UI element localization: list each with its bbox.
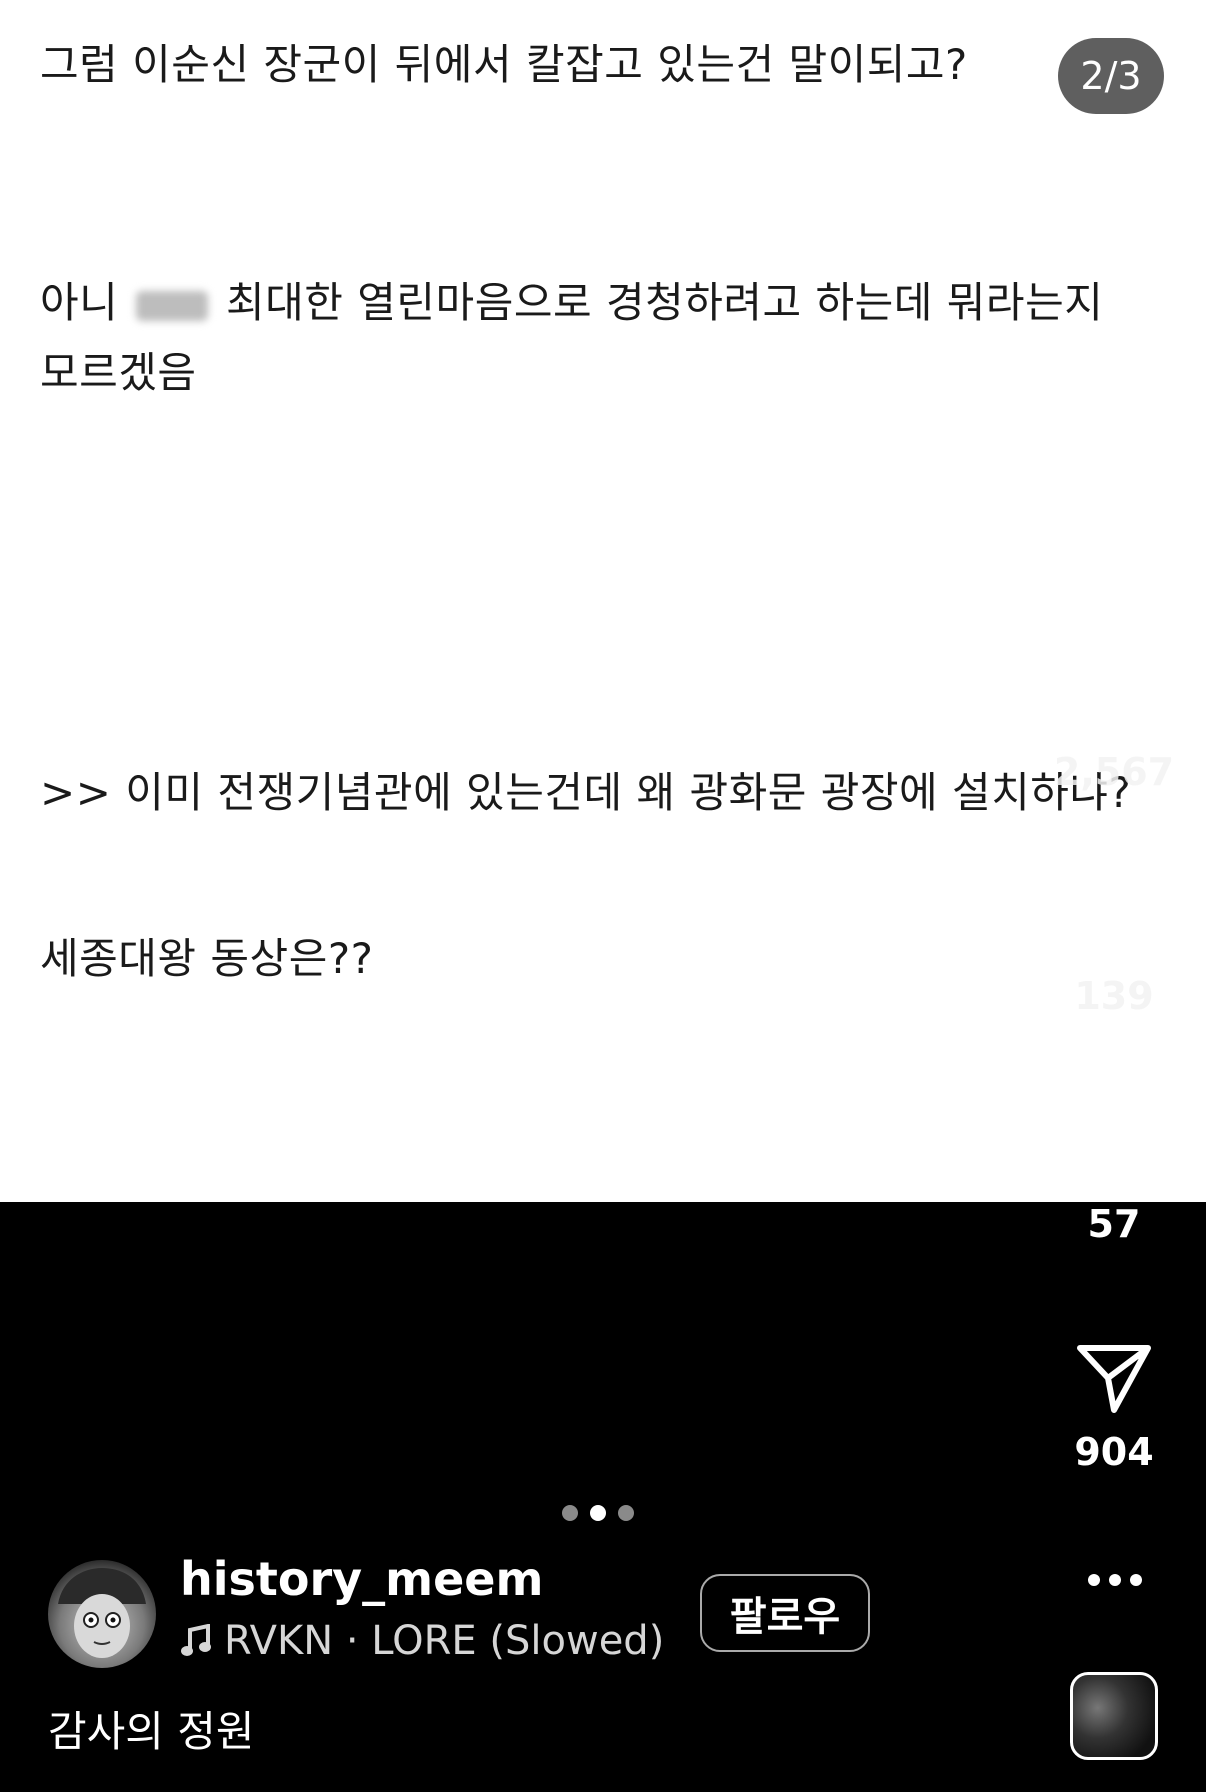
avatar[interactable] xyxy=(48,1560,156,1668)
music-note-icon xyxy=(181,1624,211,1656)
post-text-line-1: 그럼 이순신 장군이 뒤에서 칼잡고 있는건 말이되고? xyxy=(40,40,968,89)
audio-thumbnail[interactable] xyxy=(1070,1672,1158,1760)
share-action[interactable]: 904 xyxy=(1064,1340,1164,1474)
music-title: RVKN · LORE (Slowed) xyxy=(224,1618,665,1664)
carousel-dot xyxy=(618,1505,634,1521)
comment-count: 139 xyxy=(1074,974,1154,1018)
carousel-dot-active xyxy=(590,1505,606,1521)
more-dot xyxy=(1109,1574,1121,1586)
post-text-line-3: 모르겠음 xyxy=(40,348,197,397)
repost-count: 57 xyxy=(1087,1202,1141,1246)
post-text-line-5: 세종대왕 동상은?? xyxy=(40,934,374,983)
repost-action[interactable]: 57 xyxy=(1064,1098,1164,1246)
caption[interactable]: 감사의 정원 xyxy=(48,1698,255,1759)
send-icon[interactable] xyxy=(1074,1340,1154,1416)
carousel-dot xyxy=(562,1505,578,1521)
follow-button[interactable]: 팔로우 xyxy=(700,1574,870,1652)
page-indicator: 2/3 xyxy=(1058,38,1164,114)
username[interactable]: history_meem xyxy=(180,1552,543,1606)
reel-viewer: 그럼 이순신 장군이 뒤에서 칼잡고 있는건 말이되고? 아니 최대한 열린마음… xyxy=(0,0,1206,1792)
share-count: 904 xyxy=(1074,1430,1154,1474)
post-text-line-4: >> 이미 전쟁기념관에 있는건데 왜 광화문 광장에 설치하냐? xyxy=(40,768,1132,817)
comment-icon[interactable] xyxy=(1074,880,1154,960)
like-action[interactable]: 2,567 xyxy=(1054,664,1174,794)
repost-icon[interactable] xyxy=(1074,1098,1154,1188)
more-dot xyxy=(1130,1574,1142,1586)
music-info[interactable]: RVKN · LORE (Slowed) xyxy=(180,1618,664,1664)
more-dot xyxy=(1088,1574,1100,1586)
post-text-line-2: 아니 최대한 열린마음으로 경청하려고 하는데 뭐라는지 xyxy=(40,268,1103,338)
like-count: 2,567 xyxy=(1053,750,1175,794)
post-text-rest: 최대한 열린마음으로 경청하려고 하는데 뭐라는지 xyxy=(226,278,1104,327)
comment-action[interactable]: 139 xyxy=(1064,880,1164,1018)
heart-icon[interactable] xyxy=(1074,664,1154,736)
post-text-prefix: 아니 xyxy=(40,278,119,327)
avatar-illustration xyxy=(58,1568,146,1658)
censored-word xyxy=(136,290,209,321)
carousel-dots xyxy=(562,1505,634,1521)
more-icon[interactable] xyxy=(1088,1570,1142,1590)
post-image: 그럼 이순신 장군이 뒤에서 칼잡고 있는건 말이되고? 아니 최대한 열린마음… xyxy=(0,0,1206,1202)
